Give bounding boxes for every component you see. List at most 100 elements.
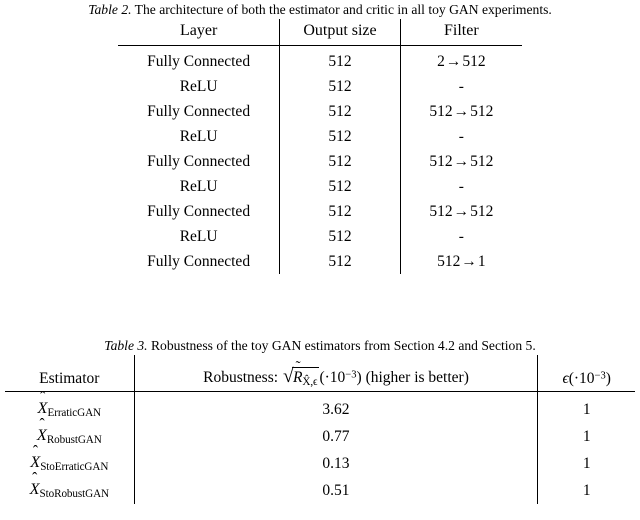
layer-cell: ReLU (179, 227, 218, 245)
table-row: Fully Connected 512 512→512 (118, 99, 522, 124)
table2-body: Fully Connected 512 2→512 ReLU 512 - Ful… (118, 46, 522, 274)
table2-header-output-size: Output size (279, 19, 401, 46)
arrow-icon: → (453, 202, 470, 220)
robustness-cell: 3.62 (133, 392, 538, 423)
filter-cell: - (399, 224, 522, 249)
estimator-cell: XStoErraticGAN (5, 450, 134, 477)
epsilon-scale-close: ) (605, 370, 611, 387)
table3-header-epsilon: ϵ(·10−3) (537, 355, 635, 392)
table2-caption-text: The architecture of both the estimator a… (134, 2, 552, 17)
robustness-cell: 0.77 (133, 423, 538, 450)
robustness-scale-exponent: −3 (345, 369, 357, 381)
table3-caption-text: Robustness of the toy GAN estimators fro… (150, 338, 536, 353)
table-row: Fully Connected 512 512→512 (118, 149, 522, 174)
estimator-subscript: ErraticGAN (47, 407, 102, 420)
table-row: ReLU 512 - (118, 224, 522, 249)
filter-cell: 512→1 (399, 249, 522, 274)
table3-caption: Table 3. Robustness of the toy GAN estim… (0, 337, 640, 354)
filter-to: 512 (470, 152, 494, 170)
table3-header-row: Estimator Robustness: √RX̂,ϵ(·10−3) (hig… (5, 355, 635, 392)
estimator-cell: XStoRobustGAN (5, 477, 134, 504)
filter-to: 512 (470, 102, 494, 120)
estimator-subscript: StoRobustGAN (39, 488, 110, 501)
filter-from: 512 (429, 102, 453, 120)
table-row: Fully Connected 512 512→512 (118, 199, 522, 224)
table-row: XStoRobustGAN 0.51 1 (5, 477, 635, 504)
output-size-cell: 512 (279, 124, 401, 149)
table3-header-robustness: Robustness: √RX̂,ϵ(·10−3) (higher is bet… (133, 355, 538, 392)
table3-header-estimator: Estimator (39, 370, 100, 387)
table-row: ReLU 512 - (118, 124, 522, 149)
table2-head: Layer Output size Filter (118, 19, 522, 46)
layer-cell: Fully Connected (147, 252, 251, 270)
filter-cell: 512→512 (399, 99, 522, 124)
epsilon-cell: 1 (537, 450, 635, 477)
estimator-cell: XErraticGAN (5, 392, 134, 423)
estimator-subscript: RobustGAN (46, 434, 102, 447)
filter-cell: 2→512 (399, 46, 522, 74)
robustness-table: Estimator Robustness: √RX̂,ϵ(·10−3) (hig… (5, 355, 635, 504)
filter-from: 512 (429, 202, 453, 220)
layer-cell: Fully Connected (147, 102, 251, 120)
filter-from: 2 (437, 52, 445, 70)
arrow-icon: → (461, 252, 477, 270)
layer-cell: ReLU (179, 127, 218, 145)
layer-cell: ReLU (179, 77, 218, 95)
robustness-symbol: R (293, 369, 302, 387)
layer-cell: Fully Connected (147, 52, 251, 70)
epsilon-scale-open: (·10 (568, 370, 595, 387)
table-row: ReLU 512 - (118, 174, 522, 199)
estimator-cell: XRobustGAN (5, 423, 134, 450)
sqrt-group: √RX̂,ϵ (283, 366, 320, 388)
table-row: XRobustGAN 0.77 1 (5, 423, 635, 450)
output-size-cell: 512 (279, 249, 401, 274)
robustness-scale-open: (·10 (319, 368, 346, 386)
robustness-cell: 0.51 (133, 477, 538, 504)
table3-caption-label: Table 3. (104, 338, 148, 353)
table-row: XErraticGAN 3.62 1 (5, 392, 635, 423)
output-size-cell: 512 (279, 224, 401, 249)
arrow-icon: → (445, 52, 462, 70)
filter-cell: - (399, 174, 522, 199)
epsilon-cell: 1 (537, 423, 635, 450)
table2-caption-label: Table 2. (88, 2, 132, 17)
table2-header-filter: Filter (399, 19, 522, 46)
robustness-scale-close: ) (356, 368, 362, 386)
output-size-cell: 512 (279, 174, 401, 199)
robustness-cell: 0.13 (133, 450, 538, 477)
estimator-subscript: StoErraticGAN (40, 461, 109, 474)
filter-from: 512 (437, 252, 461, 270)
table3-body: XErraticGAN 3.62 1 XRobustGAN 0.77 1 XSt… (5, 392, 635, 504)
epsilon-cell: 1 (537, 477, 635, 504)
table-row: Fully Connected 512 512→1 (118, 249, 522, 274)
robustness-label: Robustness: (203, 368, 279, 386)
architecture-table: Layer Output size Filter Fully Connected… (118, 19, 522, 274)
epsilon-cell: 1 (537, 392, 635, 423)
filter-cell: - (399, 74, 522, 99)
filter-from: 512 (429, 152, 453, 170)
robustness-note: (higher is better) (365, 368, 469, 386)
filter-to: 1 (477, 252, 486, 270)
layer-cell: ReLU (179, 177, 218, 195)
layer-cell: Fully Connected (147, 202, 251, 220)
output-size-cell: 512 (279, 99, 401, 124)
robustness-subscript: X̂,ϵ (302, 376, 318, 388)
filter-to: 512 (470, 202, 494, 220)
output-size-cell: 512 (279, 199, 401, 224)
output-size-cell: 512 (279, 149, 401, 174)
estimator-base: X (37, 426, 47, 445)
estimator-base: X (30, 480, 40, 499)
output-size-cell: 512 (279, 46, 401, 74)
table-row: Fully Connected 512 2→512 (118, 46, 522, 74)
table2-caption: Table 2. The architecture of both the es… (0, 1, 640, 18)
table-row: ReLU 512 - (118, 74, 522, 99)
filter-cell: - (399, 124, 522, 149)
layer-cell: Fully Connected (147, 152, 251, 170)
table2-header-row: Layer Output size Filter (118, 19, 522, 46)
table3-head: Estimator Robustness: √RX̂,ϵ(·10−3) (hig… (5, 355, 635, 392)
table-row: XStoErraticGAN 0.13 1 (5, 450, 635, 477)
radicand: RX̂,ϵ (291, 366, 320, 388)
epsilon-scale-exponent: −3 (594, 370, 606, 382)
arrow-icon: → (453, 152, 470, 170)
table2-header-layer: Layer (179, 22, 218, 39)
